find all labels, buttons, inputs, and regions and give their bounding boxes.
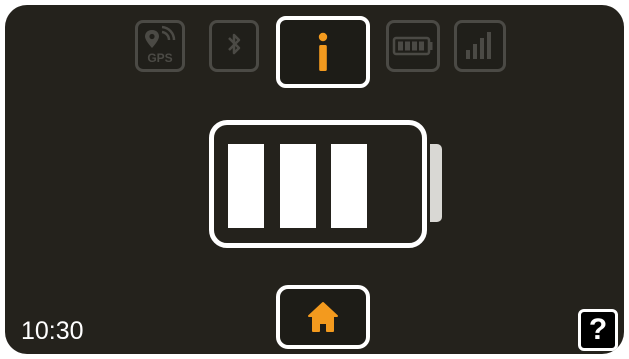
battery-icon xyxy=(392,36,433,56)
info-icon xyxy=(318,32,328,71)
battery-cell-3 xyxy=(331,144,367,228)
info-status-button[interactable]: i xyxy=(276,16,370,88)
gps-icon: GPS xyxy=(145,25,176,65)
bluetooth-icon xyxy=(228,33,241,55)
battery-cell-2 xyxy=(280,144,316,228)
info-symbol: i xyxy=(280,20,281,21)
battery-cell-1 xyxy=(228,144,264,228)
clock-time: 10:30 xyxy=(21,317,84,345)
battery-terminal xyxy=(430,144,442,222)
battery-level-display xyxy=(209,120,427,248)
device-screen: GPS i xyxy=(5,5,624,354)
signal-icon xyxy=(466,32,491,59)
bluetooth-status-button[interactable] xyxy=(209,20,259,72)
gps-status-button[interactable]: GPS xyxy=(135,20,185,72)
battery-status-button[interactable] xyxy=(386,20,440,72)
home-button[interactable] xyxy=(276,285,370,349)
home-icon xyxy=(308,302,338,332)
help-button[interactable]: ? xyxy=(578,309,618,351)
signal-status-button[interactable] xyxy=(454,20,506,72)
gps-label: GPS xyxy=(147,51,172,65)
